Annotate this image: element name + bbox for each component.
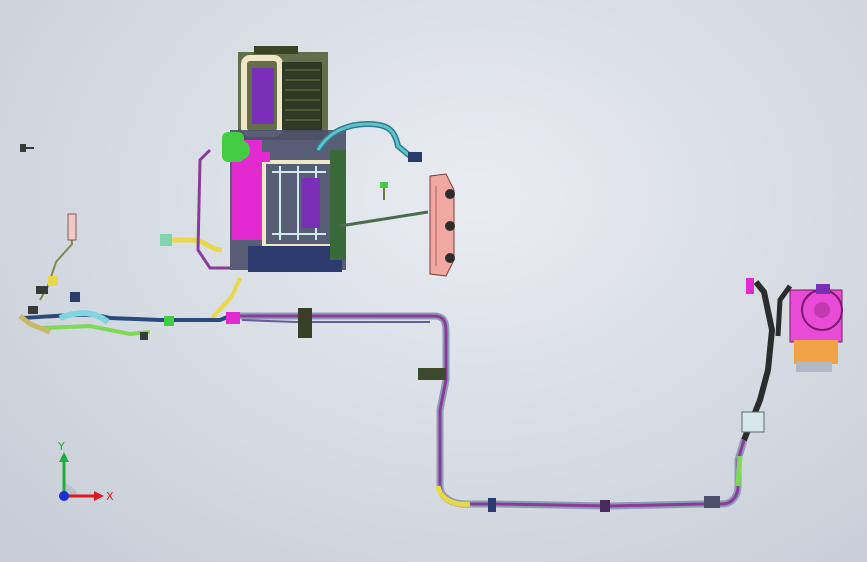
- condenser-icon[interactable]: [429, 173, 455, 277]
- compressor-icon[interactable]: [789, 284, 843, 372]
- pipe-clamp-icon[interactable]: [226, 308, 610, 512]
- clip-icon[interactable]: [164, 316, 174, 326]
- ac-piping-assembly[interactable]: [0, 0, 867, 562]
- refrigerant-line[interactable]: [230, 312, 748, 510]
- stray-fitting-icon[interactable]: [20, 144, 34, 152]
- reference-triad: Y X: [57, 440, 114, 503]
- x-axis-label: X: [106, 490, 114, 503]
- cad-viewport[interactable]: Y X: [0, 0, 867, 562]
- y-axis-label: Y: [57, 440, 65, 453]
- quick-connector-icon[interactable]: [28, 292, 80, 314]
- bolt-icon[interactable]: [380, 182, 388, 200]
- hvac-unit-icon[interactable]: [222, 46, 346, 272]
- valve-icon[interactable]: [741, 411, 765, 433]
- harness-bracket-icon[interactable]: [36, 213, 77, 301]
- connector-icon[interactable]: [408, 152, 422, 162]
- z-axis-dot: [59, 491, 69, 501]
- fitting-icon[interactable]: [160, 234, 172, 246]
